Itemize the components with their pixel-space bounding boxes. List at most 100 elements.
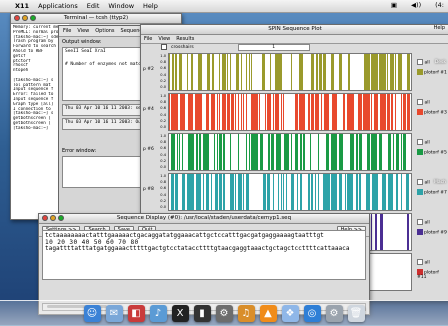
plot-hit-mark	[404, 94, 406, 130]
legend-item[interactable]: plotorf #7	[417, 188, 447, 195]
legend-item[interactable]: plotorf #5	[417, 148, 447, 155]
plot-hit-mark	[287, 134, 289, 170]
plot-area[interactable]	[168, 93, 412, 131]
display-icon[interactable]: ▣	[391, 1, 397, 9]
legend-swatch	[417, 268, 423, 275]
plot-hit-mark	[177, 94, 179, 130]
plot-hit-mark	[269, 54, 272, 90]
ical-icon[interactable]: ◧	[127, 305, 145, 322]
plot-hit-mark	[409, 54, 411, 90]
crosshairs-field[interactable]: 1	[237, 43, 310, 51]
all-checkbox[interactable]	[417, 59, 423, 65]
plot-hit-mark	[308, 94, 310, 130]
all-label: all	[424, 260, 430, 266]
spin-titlebar[interactable]: SPIN Sequence Plot	[141, 25, 448, 35]
all-checkbox[interactable]	[417, 99, 423, 105]
system-icon[interactable]: ⚙	[325, 305, 343, 322]
trash-icon[interactable]: 🗑	[347, 305, 365, 322]
menu-window[interactable]: Window	[108, 2, 134, 10]
plot-hit-mark	[401, 174, 403, 210]
menu-help[interactable]: Help	[143, 2, 158, 10]
menu-results[interactable]: Results	[176, 36, 194, 42]
all-checkbox-row[interactable]: all	[417, 259, 448, 266]
mail-icon[interactable]: ✉	[105, 305, 123, 322]
all-checkbox-row[interactable]: all	[417, 139, 447, 146]
plot-hit-mark	[245, 134, 248, 170]
all-checkbox[interactable]	[417, 139, 423, 145]
minimize-icon[interactable]	[22, 15, 28, 21]
finder-icon[interactable]: ☺	[83, 305, 101, 322]
all-checkbox-row[interactable]: all	[417, 99, 447, 106]
x11-icon[interactable]: X	[171, 305, 189, 322]
plot-hit-mark	[404, 134, 406, 170]
zoom-icon[interactable]	[58, 215, 64, 221]
terminal-title: Terminal — tcsh (ttyp2)	[63, 15, 129, 21]
plot-hit-mark	[268, 174, 270, 210]
plot-hit-mark	[335, 174, 337, 210]
all-checkbox[interactable]	[417, 259, 423, 265]
plot-row: p #4 1.0 0.8 0.6 0.4 0.2 0.0 all plotorf #3	[141, 93, 448, 131]
minimize-icon[interactable]	[50, 215, 56, 221]
volume-icon[interactable]: ◀))	[411, 1, 421, 9]
legend-swatch	[417, 228, 423, 235]
plot-hit-mark	[242, 174, 244, 210]
zoom-icon[interactable]	[30, 15, 36, 21]
sequence-text[interactable]: tctaaaaaaaactatttgaaaaactgacaggatatggaaa…	[42, 230, 366, 280]
safari-icon[interactable]: ◎	[303, 305, 321, 322]
photo-icon[interactable]: ❖	[281, 305, 299, 322]
seq-titlebar[interactable]: Sequence Display (#0): /usr/local/staden…	[39, 214, 369, 224]
plot-hit-mark	[193, 134, 195, 170]
plot-hit-mark	[234, 174, 236, 210]
help-menu[interactable]: Help	[434, 25, 445, 31]
menu-view[interactable]: View	[158, 36, 170, 42]
plot-hit-mark	[407, 214, 409, 250]
terminal-icon[interactable]: ▮	[193, 305, 211, 322]
y-tick-label: 0.0	[160, 205, 166, 210]
plot-area[interactable]	[168, 173, 412, 211]
menu-applications[interactable]: Applications	[38, 2, 78, 10]
legend-item[interactable]: plotorf #9	[417, 228, 447, 235]
all-checkbox-row[interactable]: all	[417, 219, 447, 226]
music-icon[interactable]: ♫	[237, 305, 255, 322]
menu-view[interactable]: View	[77, 28, 89, 34]
menu-edit[interactable]: Edit	[87, 2, 100, 10]
vlc-icon[interactable]: ▲	[259, 305, 277, 322]
plot-hit-mark	[183, 174, 185, 210]
legend-item[interactable]: plotorf #3	[417, 108, 447, 115]
plot-hit-mark	[351, 174, 353, 210]
plot-area[interactable]	[168, 133, 412, 171]
plot-hit-mark	[388, 94, 390, 130]
legend-item[interactable]: plotorf #1	[417, 68, 447, 75]
menu-file[interactable]: File	[63, 28, 71, 34]
plot-hit-mark	[226, 54, 228, 90]
close-icon[interactable]	[14, 15, 20, 21]
plot-hit-mark	[309, 134, 312, 170]
legend-item[interactable]: plotorf #11	[417, 268, 448, 280]
plot-hit-mark	[229, 54, 232, 90]
tools-icon[interactable]: ⚙	[215, 305, 233, 322]
terminal-titlebar[interactable]: Terminal — tcsh (ttyp2)	[11, 14, 181, 24]
plot-hit-mark	[317, 134, 320, 170]
plot-row: p #8 1.0 0.8 0.6 0.4 0.2 0.0 all plotorf #7	[141, 173, 448, 211]
plot-area[interactable]	[168, 53, 412, 91]
menu-options[interactable]: Options	[95, 28, 114, 34]
plot-hit-mark	[375, 214, 377, 250]
plot-hit-mark	[279, 134, 281, 170]
plot-hit-mark	[273, 134, 275, 170]
plot-legend: all plotorf #5	[417, 139, 447, 155]
menu-file[interactable]: File	[144, 36, 152, 42]
plot-hit-mark	[191, 54, 193, 90]
all-checkbox[interactable]	[417, 179, 423, 185]
plot-hit-mark	[386, 54, 388, 90]
clock[interactable]: (4:	[435, 1, 444, 9]
close-icon[interactable]	[42, 215, 48, 221]
all-label: all	[424, 180, 430, 186]
plot-hit-mark	[218, 94, 220, 130]
menu-x11[interactable]: X11	[15, 2, 29, 10]
all-checkbox[interactable]	[417, 219, 423, 225]
plot-hit-mark	[229, 134, 232, 170]
desktop-label[interactable]: Mach	[434, 180, 446, 185]
itunes-icon[interactable]: ♪	[149, 305, 167, 322]
desktop-label[interactable]: Desk	[435, 60, 446, 65]
crosshairs-toggle[interactable]	[161, 44, 167, 50]
